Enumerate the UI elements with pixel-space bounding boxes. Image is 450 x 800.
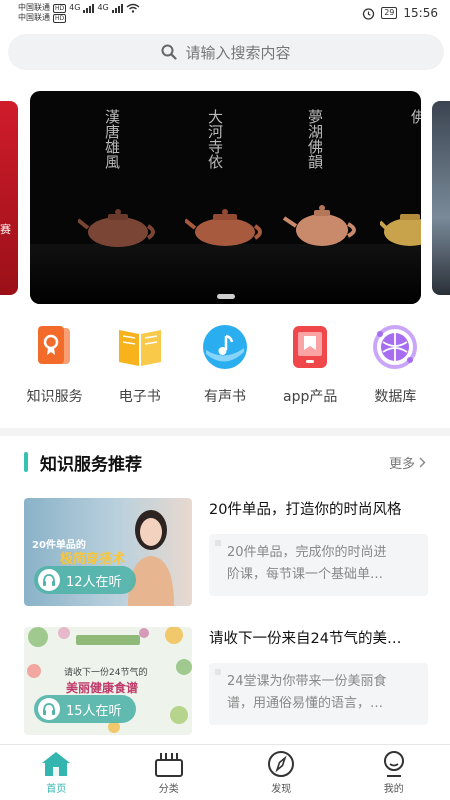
category-label: app产品 [283,389,338,405]
course-desc-line-1: 20件单品，完成你的时尚进 [227,545,387,560]
search-placeholder: 请输入搜索内容 [185,43,291,62]
status-bar: 中国联通 HD 4G 4G 中国联通 HD 29 15:56 [0,0,450,26]
course-desc-line-1: 24堂课为你带来一份美丽食 [227,674,387,689]
chevron-right-icon [419,457,426,467]
wifi-icon [126,3,140,13]
ebook-icon [113,320,167,374]
teapot-image [282,205,356,246]
course-desc-line-2: 阶课，每节课一个基础单… [227,567,384,582]
more-label: 更多 [388,456,415,472]
audiobook-icon [198,320,252,374]
carousel-indicator [216,294,235,299]
tab-category[interactable]: 分类 [113,745,226,800]
category-label: 知识服务 [26,389,83,405]
banner-next-slide[interactable] [432,101,450,295]
category-icon [154,753,183,777]
home-icon [42,752,71,776]
teapot-image [185,209,262,246]
signal-icon [83,3,95,13]
battery-indicator: 29 [381,7,398,19]
banner-slide[interactable]: 漢唐雄風 大河寺依 夢湖佛韻 佛 [30,91,421,304]
category-database[interactable]: 数据库 [353,320,438,406]
bottom-tab-bar: 首页 分类 发现 我的 [0,744,450,800]
banner-calligraphy-4: 佛 [409,109,421,124]
quote-mark-icon [215,669,221,675]
tab-label: 发现 [271,784,292,795]
thumb-caption: 请收下一份24节气的 [64,668,148,678]
section-title: 知识服务推荐 [40,454,142,475]
app-home-page: 中国联通 HD 4G 4G 中国联通 HD 29 15:56 请输入搜索内容 赛 [0,0,450,800]
app-product-icon [283,320,337,374]
section-divider [0,428,450,436]
listening-count: 12人在听 [66,574,122,590]
search-bar[interactable]: 请输入搜索内容 [8,34,444,70]
carrier-2: 中国联通 [18,13,50,22]
recommendation-card[interactable]: 20件单品的 极简穿搭术 12人在听 20件单品，打造你的时尚风格 20件单品，… [24,498,428,608]
banner-calligraphy-3: 夢湖佛韻 [306,109,324,169]
category-label: 数据库 [374,389,417,405]
course-description: 24堂课为你带来一份美丽食 谱，用通俗易懂的语言，… [209,663,428,725]
listening-badge: 12人在听 [34,566,136,594]
tab-profile[interactable]: 我的 [338,745,450,800]
banner-prev-slide[interactable]: 赛 [0,101,18,295]
thumb-highlight: 极简穿搭术 [60,552,126,567]
quote-mark-icon [215,540,221,546]
headphones-icon [38,569,60,591]
teapot-image [78,209,155,247]
category-label: 有声书 [204,389,246,405]
carrier-1: 中国联通 [18,3,50,12]
banner-prev-text: 赛 [0,223,11,236]
database-icon [368,320,422,374]
course-title: 请收下一份来自24节气的美… [209,631,402,647]
category-label: 电子书 [118,389,161,405]
section-accent-bar [24,452,28,472]
signal-icon [111,3,123,13]
listening-badge: 15人在听 [34,695,136,723]
category-audiobook[interactable]: 有声书 [182,320,267,406]
category-ebook[interactable]: 电子书 [97,320,182,406]
tab-discover[interactable]: 发现 [225,745,338,800]
banner-calligraphy-2: 大河寺依 [206,109,224,169]
hd-badge-2: HD [53,13,67,23]
course-desc-line-2: 谱，用通俗易懂的语言，… [227,696,384,711]
course-thumbnail: 请收下一份24节气的 美丽健康食谱 15人在听 [24,627,192,735]
category-grid: 知识服务 电子书 有声书 app产品 数据库 [12,320,438,406]
tab-label: 首页 [46,784,67,795]
banner-calligraphy-1: 漢唐雄風 [103,109,121,169]
knowledge-service-icon [28,320,82,374]
clock: 15:56 [403,6,438,20]
network-type-1: 4G [69,3,81,12]
category-knowledge-service[interactable]: 知识服务 [12,320,97,406]
recommendation-card[interactable]: 请收下一份24节气的 美丽健康食谱 15人在听 请收下一份来自24节气的美… 2… [24,627,428,737]
compass-icon [268,751,295,777]
tab-label: 分类 [158,784,179,795]
listening-count: 15人在听 [66,703,122,719]
profile-icon [383,751,404,777]
hd-badge-1: HD [53,3,67,13]
tab-label: 我的 [383,784,404,795]
teapot-image [380,214,421,246]
course-title: 20件单品，打造你的时尚风格 [209,502,402,518]
tab-home[interactable]: 首页 [0,745,113,800]
carrier-info: 中国联通 HD 4G 4G 中国联通 HD [18,3,140,23]
course-thumbnail: 20件单品的 极简穿搭术 12人在听 [24,498,192,606]
alarm-icon [363,7,375,20]
more-link[interactable]: 更多 [389,453,426,472]
search-icon [161,44,178,60]
network-type-2: 4G [97,3,109,12]
category-app-product[interactable]: app产品 [268,320,353,406]
course-description: 20件单品，完成你的时尚进 阶课，每节课一个基础单… [209,534,428,596]
section-header: 知识服务推荐 更多 [24,450,426,475]
headphones-icon [38,698,60,720]
thumb-highlight: 美丽健康食谱 [66,681,139,695]
